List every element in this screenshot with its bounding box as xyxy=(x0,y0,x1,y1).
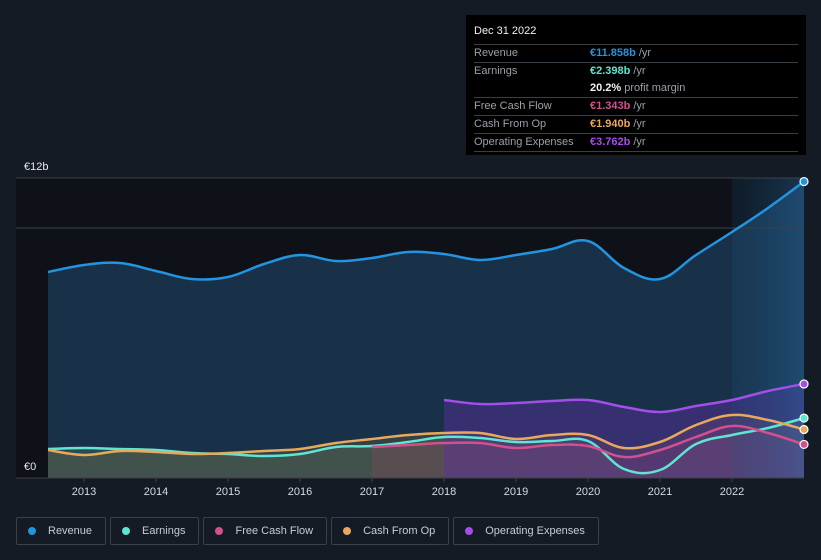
x-tick-label: 2019 xyxy=(504,486,528,498)
legend-item-cash-from-op[interactable]: Cash From Op xyxy=(331,517,450,545)
legend-label: Free Cash Flow xyxy=(235,525,314,537)
x-tick-label: 2020 xyxy=(576,486,600,498)
tooltip-label xyxy=(474,80,590,97)
tooltip-label: Free Cash Flow xyxy=(474,100,552,112)
tooltip-value: €1.343b xyxy=(590,100,631,112)
end-point-revenue[interactable] xyxy=(799,176,809,187)
legend-dot-icon xyxy=(215,527,224,535)
tooltip-label: Operating Expenses xyxy=(474,136,574,148)
tooltip-unit: /yr xyxy=(633,136,646,148)
legend: Revenue Earnings Free Cash Flow Cash Fro… xyxy=(16,517,599,545)
tooltip-unit: /yr xyxy=(633,100,646,112)
end-point-operating-expenses[interactable] xyxy=(799,379,809,389)
legend-dot-icon xyxy=(28,527,36,535)
tooltip-unit: profit margin xyxy=(624,82,686,94)
legend-label: Operating Expenses xyxy=(485,525,585,537)
legend-dot-icon xyxy=(122,527,131,535)
tooltip-unit: /yr xyxy=(633,118,646,130)
x-tick-label: 2016 xyxy=(288,486,312,498)
end-point-earnings[interactable] xyxy=(799,413,809,423)
legend-dot-icon xyxy=(465,527,474,535)
x-tick-label: 2018 xyxy=(432,486,456,498)
tooltip-row-earnings: Earnings €2.398b /yr xyxy=(474,63,798,80)
x-tick-label: 2022 xyxy=(720,486,744,498)
tooltip-label: Cash From Op xyxy=(474,118,547,130)
tooltip-date: Dec 31 2022 xyxy=(474,24,798,45)
tooltip-unit: /yr xyxy=(633,65,646,77)
legend-label: Revenue xyxy=(48,525,93,537)
x-tick-label: 2014 xyxy=(144,486,168,498)
legend-label: Cash From Op xyxy=(363,525,436,537)
tooltip-value: €1.940b xyxy=(590,118,631,130)
tooltip-label: Earnings xyxy=(474,65,518,77)
legend-item-operating-expenses[interactable]: Operating Expenses xyxy=(453,517,599,545)
tooltip-row-operating-expenses: Operating Expenses €3.762b /yr xyxy=(474,134,798,152)
tooltip-row-profit-margin: 20.2% profit margin xyxy=(474,80,798,98)
tooltip-value: 20.2% xyxy=(590,82,622,94)
tooltip-row-cash-from-op: Cash From Op €1.940b /yr xyxy=(474,116,798,134)
y-tick-label-top: €12b xyxy=(24,161,48,173)
tooltip: Dec 31 2022 Revenue €11.858b /yr Earning… xyxy=(466,15,806,155)
y-tick-label-bottom: €0 xyxy=(24,461,36,473)
tooltip-unit: /yr xyxy=(638,47,652,59)
tooltip-row-free-cash-flow: Free Cash Flow €1.343b /yr xyxy=(474,98,798,116)
tooltip-value: €11.858b xyxy=(590,47,636,59)
legend-item-free-cash-flow[interactable]: Free Cash Flow xyxy=(203,517,328,545)
x-tick-label: 2015 xyxy=(216,486,240,498)
legend-item-revenue[interactable]: Revenue xyxy=(16,517,107,545)
legend-item-earnings[interactable]: Earnings xyxy=(110,517,200,545)
x-tick-label: 2017 xyxy=(360,486,384,498)
tooltip-value: €2.398b xyxy=(590,65,631,77)
x-tick-label: 2021 xyxy=(648,486,672,498)
legend-label: Earnings xyxy=(142,525,186,537)
end-point-free-cash-flow[interactable] xyxy=(799,439,809,450)
tooltip-row-revenue: Revenue €11.858b /yr xyxy=(474,45,798,63)
x-tick-label: 2013 xyxy=(72,486,96,498)
tooltip-value: €3.762b xyxy=(590,136,631,148)
end-point-cash-from-op[interactable] xyxy=(799,424,809,435)
legend-dot-icon xyxy=(343,527,352,535)
tooltip-label: Revenue xyxy=(474,47,519,59)
